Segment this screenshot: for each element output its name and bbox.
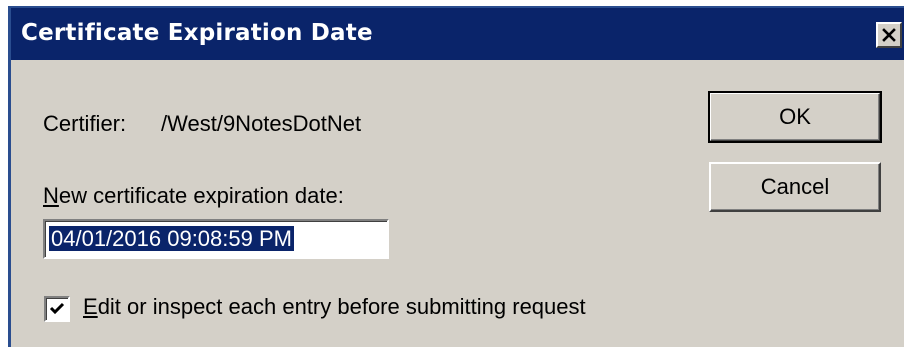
certificate-expiration-dialog: Certificate Expiration Date Certifier: /… [8,6,904,347]
expiration-date-label: New certificate expiration date: [43,183,344,209]
close-icon [882,28,896,42]
window-title: Certificate Expiration Date [21,20,373,46]
cancel-button-label: Cancel [760,174,830,199]
edit-inspect-label-mnemonic: E [83,294,98,319]
certifier-value: /West/9NotesDotNet [161,111,362,136]
expiration-date-label-mnemonic: N [43,183,59,208]
title-bar[interactable]: Certificate Expiration Date [11,8,904,60]
edit-inspect-checkbox[interactable] [44,296,70,322]
ok-button[interactable]: OK [708,91,882,143]
ok-button-label: OK [779,104,811,129]
certifier-label: Certifier: [43,111,127,136]
close-button[interactable] [876,22,902,48]
checkmark-icon [49,302,65,315]
cancel-button[interactable]: Cancel [709,162,881,212]
edit-inspect-checkbox-label[interactable]: Edit or inspect each entry before submit… [83,294,586,320]
edit-inspect-label-text: dit or inspect each entry before submitt… [97,294,586,319]
expiration-date-value: 04/01/2016 09:08:59 PM [49,226,294,251]
expiration-date-input[interactable]: 04/01/2016 09:08:59 PM [43,219,389,259]
expiration-date-label-text: ew certificate expiration date: [58,183,344,208]
